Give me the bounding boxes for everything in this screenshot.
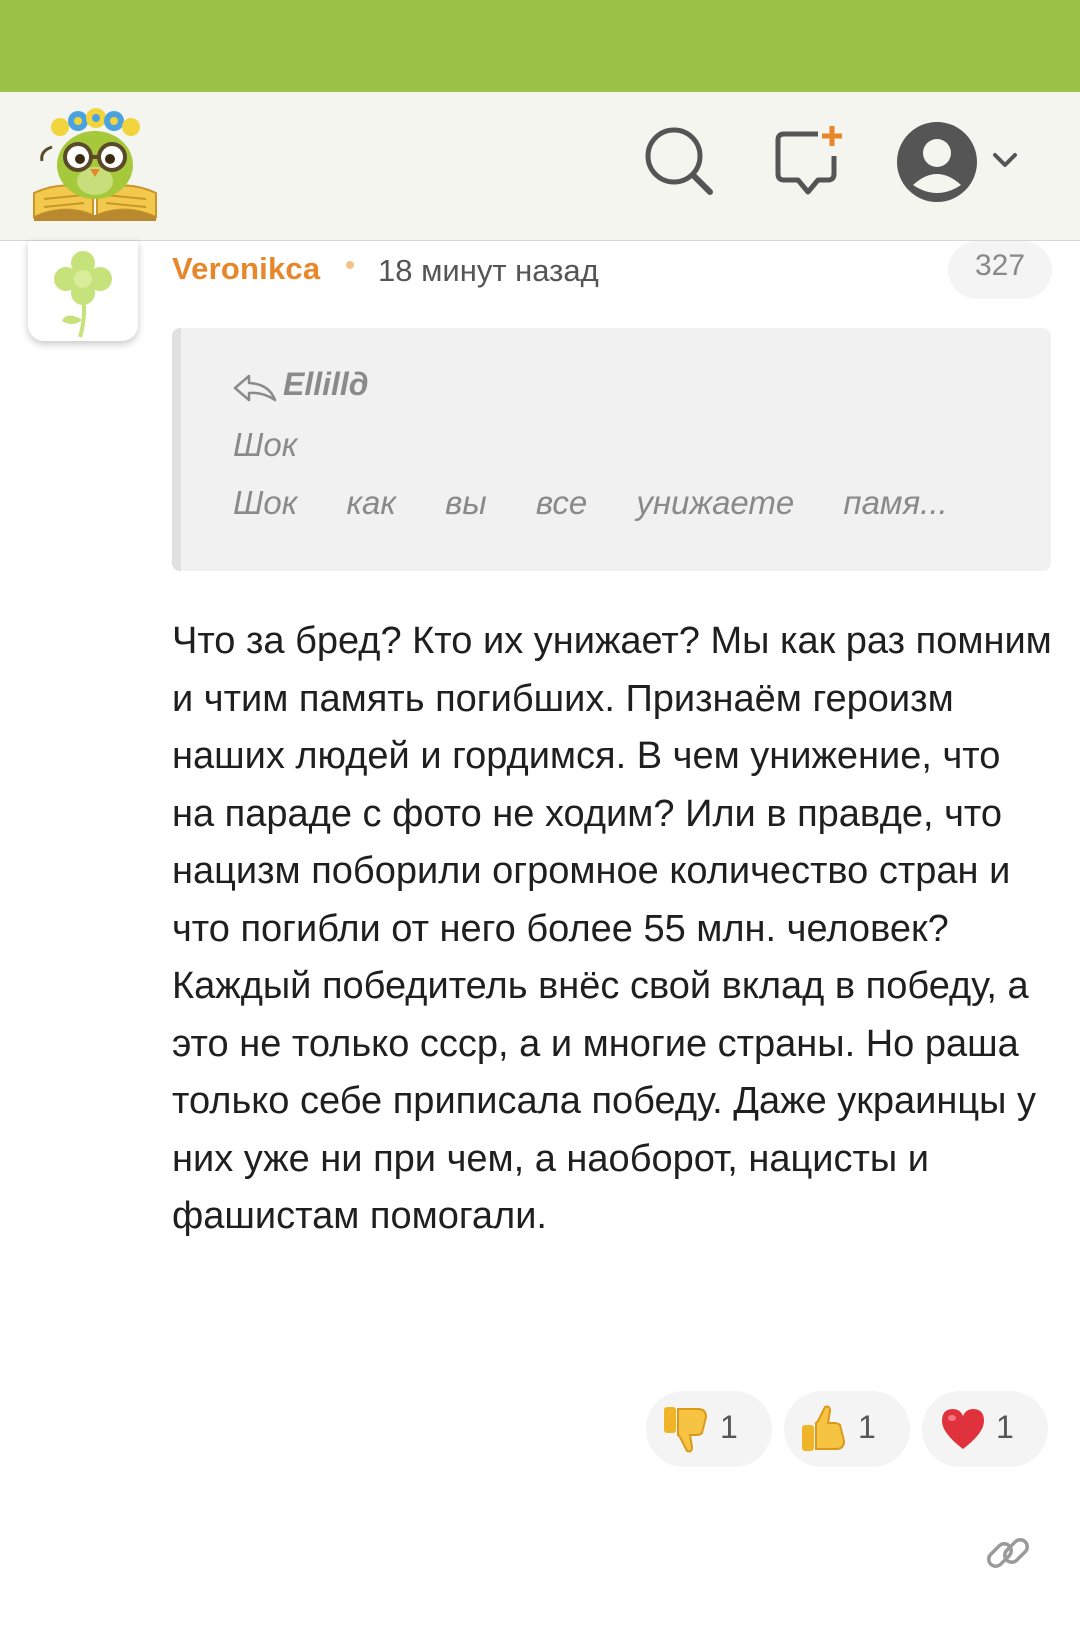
status-bar (0, 0, 1080, 92)
comment: Veronikca 18 минут назад 327 Ellillд Шок… (0, 241, 1080, 1630)
heart-reaction-button[interactable]: 1 (922, 1391, 1048, 1467)
reaction-count: 1 (996, 1409, 1014, 1445)
reply-icon (233, 374, 277, 402)
like-reaction-button[interactable]: 1 (784, 1391, 910, 1467)
comment-number-badge[interactable]: 327 (948, 241, 1052, 299)
quote-text-line: Шок (233, 426, 298, 463)
reaction-count: 1 (858, 1409, 876, 1445)
chevron-down-icon (993, 153, 1017, 167)
clover-avatar (54, 251, 112, 338)
dislike-reaction-button[interactable]: 1 (646, 1391, 772, 1467)
new-post-icon[interactable] (770, 122, 850, 202)
author-name[interactable]: Veronikca (172, 251, 320, 287)
search-icon[interactable] (640, 122, 720, 202)
account-menu[interactable] (895, 117, 1035, 207)
quoted-comment[interactable]: Ellillд Шок Шок как вы все унижаете памя… (172, 328, 1051, 571)
app-header (0, 92, 1080, 241)
comment-body: Что за бред? Кто их унижает? Мы как раз … (172, 620, 1052, 1237)
quote-author[interactable]: Ellillд (283, 366, 369, 403)
thumbs-down-icon (664, 1407, 708, 1453)
separator-dot (346, 261, 354, 269)
heart-icon (942, 1409, 984, 1449)
reaction-count: 1 (720, 1409, 738, 1445)
thumbs-up-icon (802, 1405, 846, 1451)
link-icon[interactable] (983, 1528, 1033, 1578)
avatar[interactable] (28, 241, 138, 341)
owl-book-logo[interactable] (30, 107, 160, 225)
quote-text-line: Шок как вы все унижаете памя... (233, 484, 948, 521)
timestamp: 18 минут назад (378, 253, 599, 288)
account-icon (897, 122, 1017, 202)
